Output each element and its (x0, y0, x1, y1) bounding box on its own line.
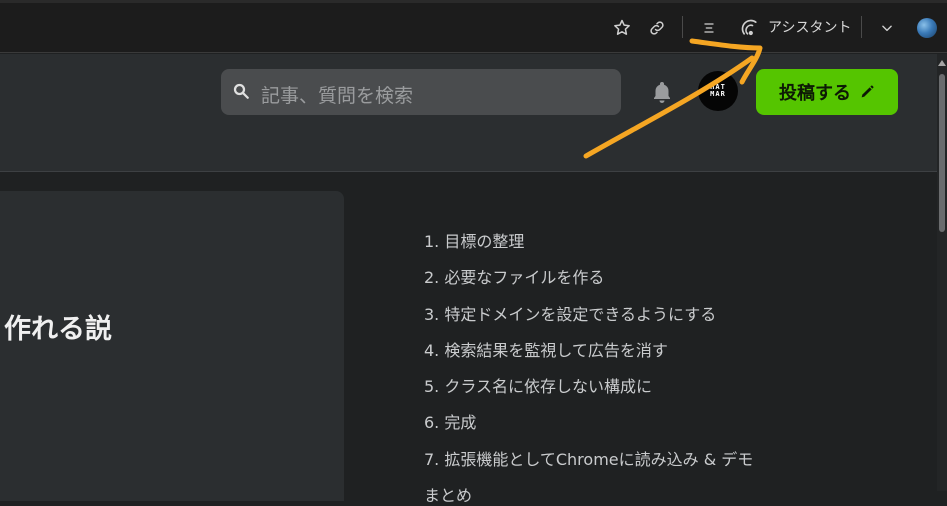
toolbar-separator (861, 16, 862, 38)
toc-item[interactable]: 5. クラス名に依存しない構成に (424, 373, 652, 397)
toolbar-separator (682, 16, 683, 38)
post-button[interactable]: 投稿する (756, 69, 898, 115)
toc-item[interactable]: 1. 目標の整理 (424, 228, 524, 252)
bell-icon[interactable] (650, 80, 674, 104)
avatar[interactable]: HAT MAR (698, 71, 738, 111)
toc-item[interactable]: 7. 拡張機能としてChromeに読み込み & デモ (424, 446, 753, 470)
browser-toolbar: アシスタント (0, 0, 947, 53)
address-bar-edge (0, 0, 947, 3)
page-scrollbar[interactable] (937, 54, 947, 491)
globe-icon[interactable] (917, 18, 937, 38)
assistant-icon[interactable] (739, 16, 761, 40)
avatar-text-line2: MAR (710, 90, 726, 98)
link-icon[interactable] (646, 16, 668, 40)
search-icon (233, 83, 249, 99)
search-input[interactable]: 記事、質問を検索 (221, 69, 621, 115)
article-card: 作れる説 (0, 191, 344, 501)
toc-item[interactable]: 2. 必要なファイルを作る (424, 264, 604, 288)
scroll-thumb[interactable] (939, 74, 945, 232)
search-placeholder: 記事、質問を検索 (261, 85, 414, 107)
toc-item[interactable]: 4. 検索結果を監視して広告を消す (424, 337, 668, 361)
toc-item[interactable]: まとめ (424, 482, 472, 506)
site-header: 記事、質問を検索 HAT MAR 投稿する (0, 54, 937, 172)
scroll-up-arrow[interactable] (938, 60, 946, 66)
pencil-icon (861, 85, 874, 98)
star-icon[interactable] (611, 16, 633, 40)
assistant-label[interactable]: アシスタント (768, 17, 851, 37)
toc-item[interactable]: 3. 特定ドメインを設定できるようにする (424, 301, 716, 325)
article-title: 作れる説 (4, 314, 112, 345)
post-button-label: 投稿する (779, 83, 851, 104)
chevron-down-icon[interactable] (877, 16, 897, 40)
reader-icon[interactable] (699, 16, 719, 40)
toc-item[interactable]: 6. 完成 (424, 409, 476, 433)
